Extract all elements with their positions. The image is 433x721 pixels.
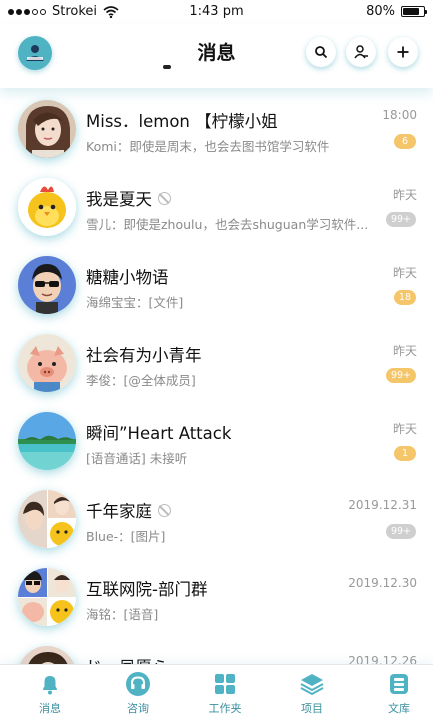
add-button[interactable]: [388, 37, 418, 67]
tab-label: 工作夹: [208, 702, 242, 715]
conversation-avatar: [18, 646, 76, 664]
conversation-time: 昨天: [392, 188, 417, 202]
conversation-preview: 李俊：[@全体成员]: [86, 373, 196, 388]
conversation-time: 昨天: [392, 422, 417, 436]
mute-icon: [158, 191, 171, 205]
tab-label: 文库: [388, 702, 410, 715]
unread-badge: 1: [394, 446, 416, 461]
conversation-avatar: [18, 100, 76, 158]
tab-bar: 消息 咨询 工作夹 项目 文库: [0, 664, 433, 721]
conversation-name: 社会有为小青年: [86, 346, 202, 365]
unread-badge: 99+: [385, 368, 416, 383]
tab-label: 项目: [301, 702, 323, 715]
status-bar: Strokei 1:43 pm 80%: [0, 0, 433, 24]
conversation-avatar: [18, 490, 76, 548]
tab-library[interactable]: 文库: [369, 671, 429, 716]
search-button[interactable]: [306, 37, 336, 67]
contacts-icon: [354, 45, 368, 59]
conversation-row[interactable]: 社会有为小青年 李俊：[@全体成员] 昨天 99+: [0, 327, 433, 405]
conversation-list: Miss．lemon 【柠檬小姐 Komi：即使是周末，也会去图书馆学习软件 1…: [0, 88, 433, 664]
conversation-row[interactable]: 我是夏天 雪儿：即使是zhoulu，也会去shuguan学习软件... 昨天 9…: [0, 171, 433, 249]
tab-messages[interactable]: 消息: [20, 671, 80, 716]
conversation-name-wrap: じ、夙愿ら: [86, 654, 373, 664]
battery-icon: [401, 6, 427, 17]
unread-badge: 99+: [385, 524, 416, 539]
conversation-name-wrap: Miss．lemon 【柠檬小姐: [86, 108, 373, 132]
mute-icon: [158, 503, 171, 517]
conversation-name-wrap: 我是夏天: [86, 186, 373, 210]
conversation-preview: Komi：即使是周末，也会去图书馆学习软件: [86, 139, 330, 154]
conversation-name: じ、夙愿ら: [86, 654, 169, 664]
conversation-time: 2019.12.30: [348, 576, 417, 590]
header: 消息: [0, 24, 433, 88]
conversation-row[interactable]: Miss．lemon 【柠檬小姐 Komi：即使是周末，也会去图书馆学习软件 1…: [0, 93, 433, 171]
tab-consult[interactable]: 咨询: [108, 671, 168, 716]
unread-badge: 18: [393, 290, 416, 305]
library-icon: [386, 671, 412, 697]
status-right: 80%: [366, 4, 427, 19]
conversation-preview: 海铭：[语音]: [86, 607, 159, 622]
conversation-name-wrap: 互联网院-部门群: [86, 576, 373, 600]
contacts-button[interactable]: [346, 37, 376, 67]
conversation-time: 18:00: [382, 108, 417, 122]
conversation-name: 互联网院-部门群: [86, 580, 208, 599]
conversation-preview: [语音通话] 未接听: [86, 451, 188, 466]
conversation-avatar: [18, 334, 76, 392]
conversation-time: 昨天: [392, 344, 417, 358]
conversation-avatar: [18, 178, 76, 236]
unread-badge: 99+: [385, 212, 416, 227]
conversation-row[interactable]: じ、夙愿ら 2019.12.26: [0, 639, 433, 664]
unread-badge: 6: [394, 134, 416, 149]
conversation-name: 千年家庭: [86, 502, 152, 521]
conversation-avatar: [18, 412, 76, 470]
conversation-time: 2019.12.26: [348, 654, 417, 664]
conversation-name: Miss．lemon 【柠檬小姐: [86, 112, 278, 131]
grid-icon: [212, 671, 238, 697]
headset-icon: [125, 671, 151, 697]
conversation-name: 我是夏天: [86, 190, 152, 209]
conversation-row[interactable]: 瞬间”Heart Attack [语音通话] 未接听 昨天 1: [0, 405, 433, 483]
conversation-name-wrap: 瞬间”Heart Attack: [86, 420, 373, 444]
conversation-name: 瞬间”Heart Attack: [86, 424, 232, 443]
conversation-row[interactable]: 千年家庭 Blue-：[图片] 2019.12.31 99+: [0, 483, 433, 561]
conversation-row[interactable]: 互联网院-部门群 海铭：[语音] 2019.12.30: [0, 561, 433, 639]
conversation-avatar: [18, 568, 76, 626]
title-indicator: [163, 65, 171, 69]
conversation-avatar: [18, 256, 76, 314]
plus-icon: [397, 46, 409, 58]
conversation-preview: Blue-：[图片]: [86, 529, 166, 544]
bell-icon: [37, 671, 63, 697]
conversation-preview: 雪儿：即使是zhoulu，也会去shuguan学习软件...: [86, 217, 369, 232]
conversation-name-wrap: 社会有为小青年: [86, 342, 373, 366]
search-icon: [315, 46, 328, 59]
conversation-name-wrap: 千年家庭: [86, 498, 373, 522]
tab-label: 消息: [39, 702, 61, 715]
tab-workspace[interactable]: 工作夹: [195, 671, 255, 716]
layers-icon: [299, 671, 325, 697]
conversation-row[interactable]: 糖糖小物语 海绵宝宝：[文件] 昨天 18: [0, 249, 433, 327]
tab-projects[interactable]: 项目: [282, 671, 342, 716]
conversation-time: 昨天: [392, 266, 417, 280]
conversation-time: 2019.12.31: [348, 498, 417, 512]
conversation-preview: 海绵宝宝：[文件]: [86, 295, 184, 310]
battery-fill: [403, 8, 419, 15]
conversation-name-wrap: 糖糖小物语: [86, 264, 373, 288]
conversation-name: 糖糖小物语: [86, 268, 169, 287]
tab-label: 咨询: [127, 702, 149, 715]
battery-percent: 80%: [366, 4, 395, 19]
